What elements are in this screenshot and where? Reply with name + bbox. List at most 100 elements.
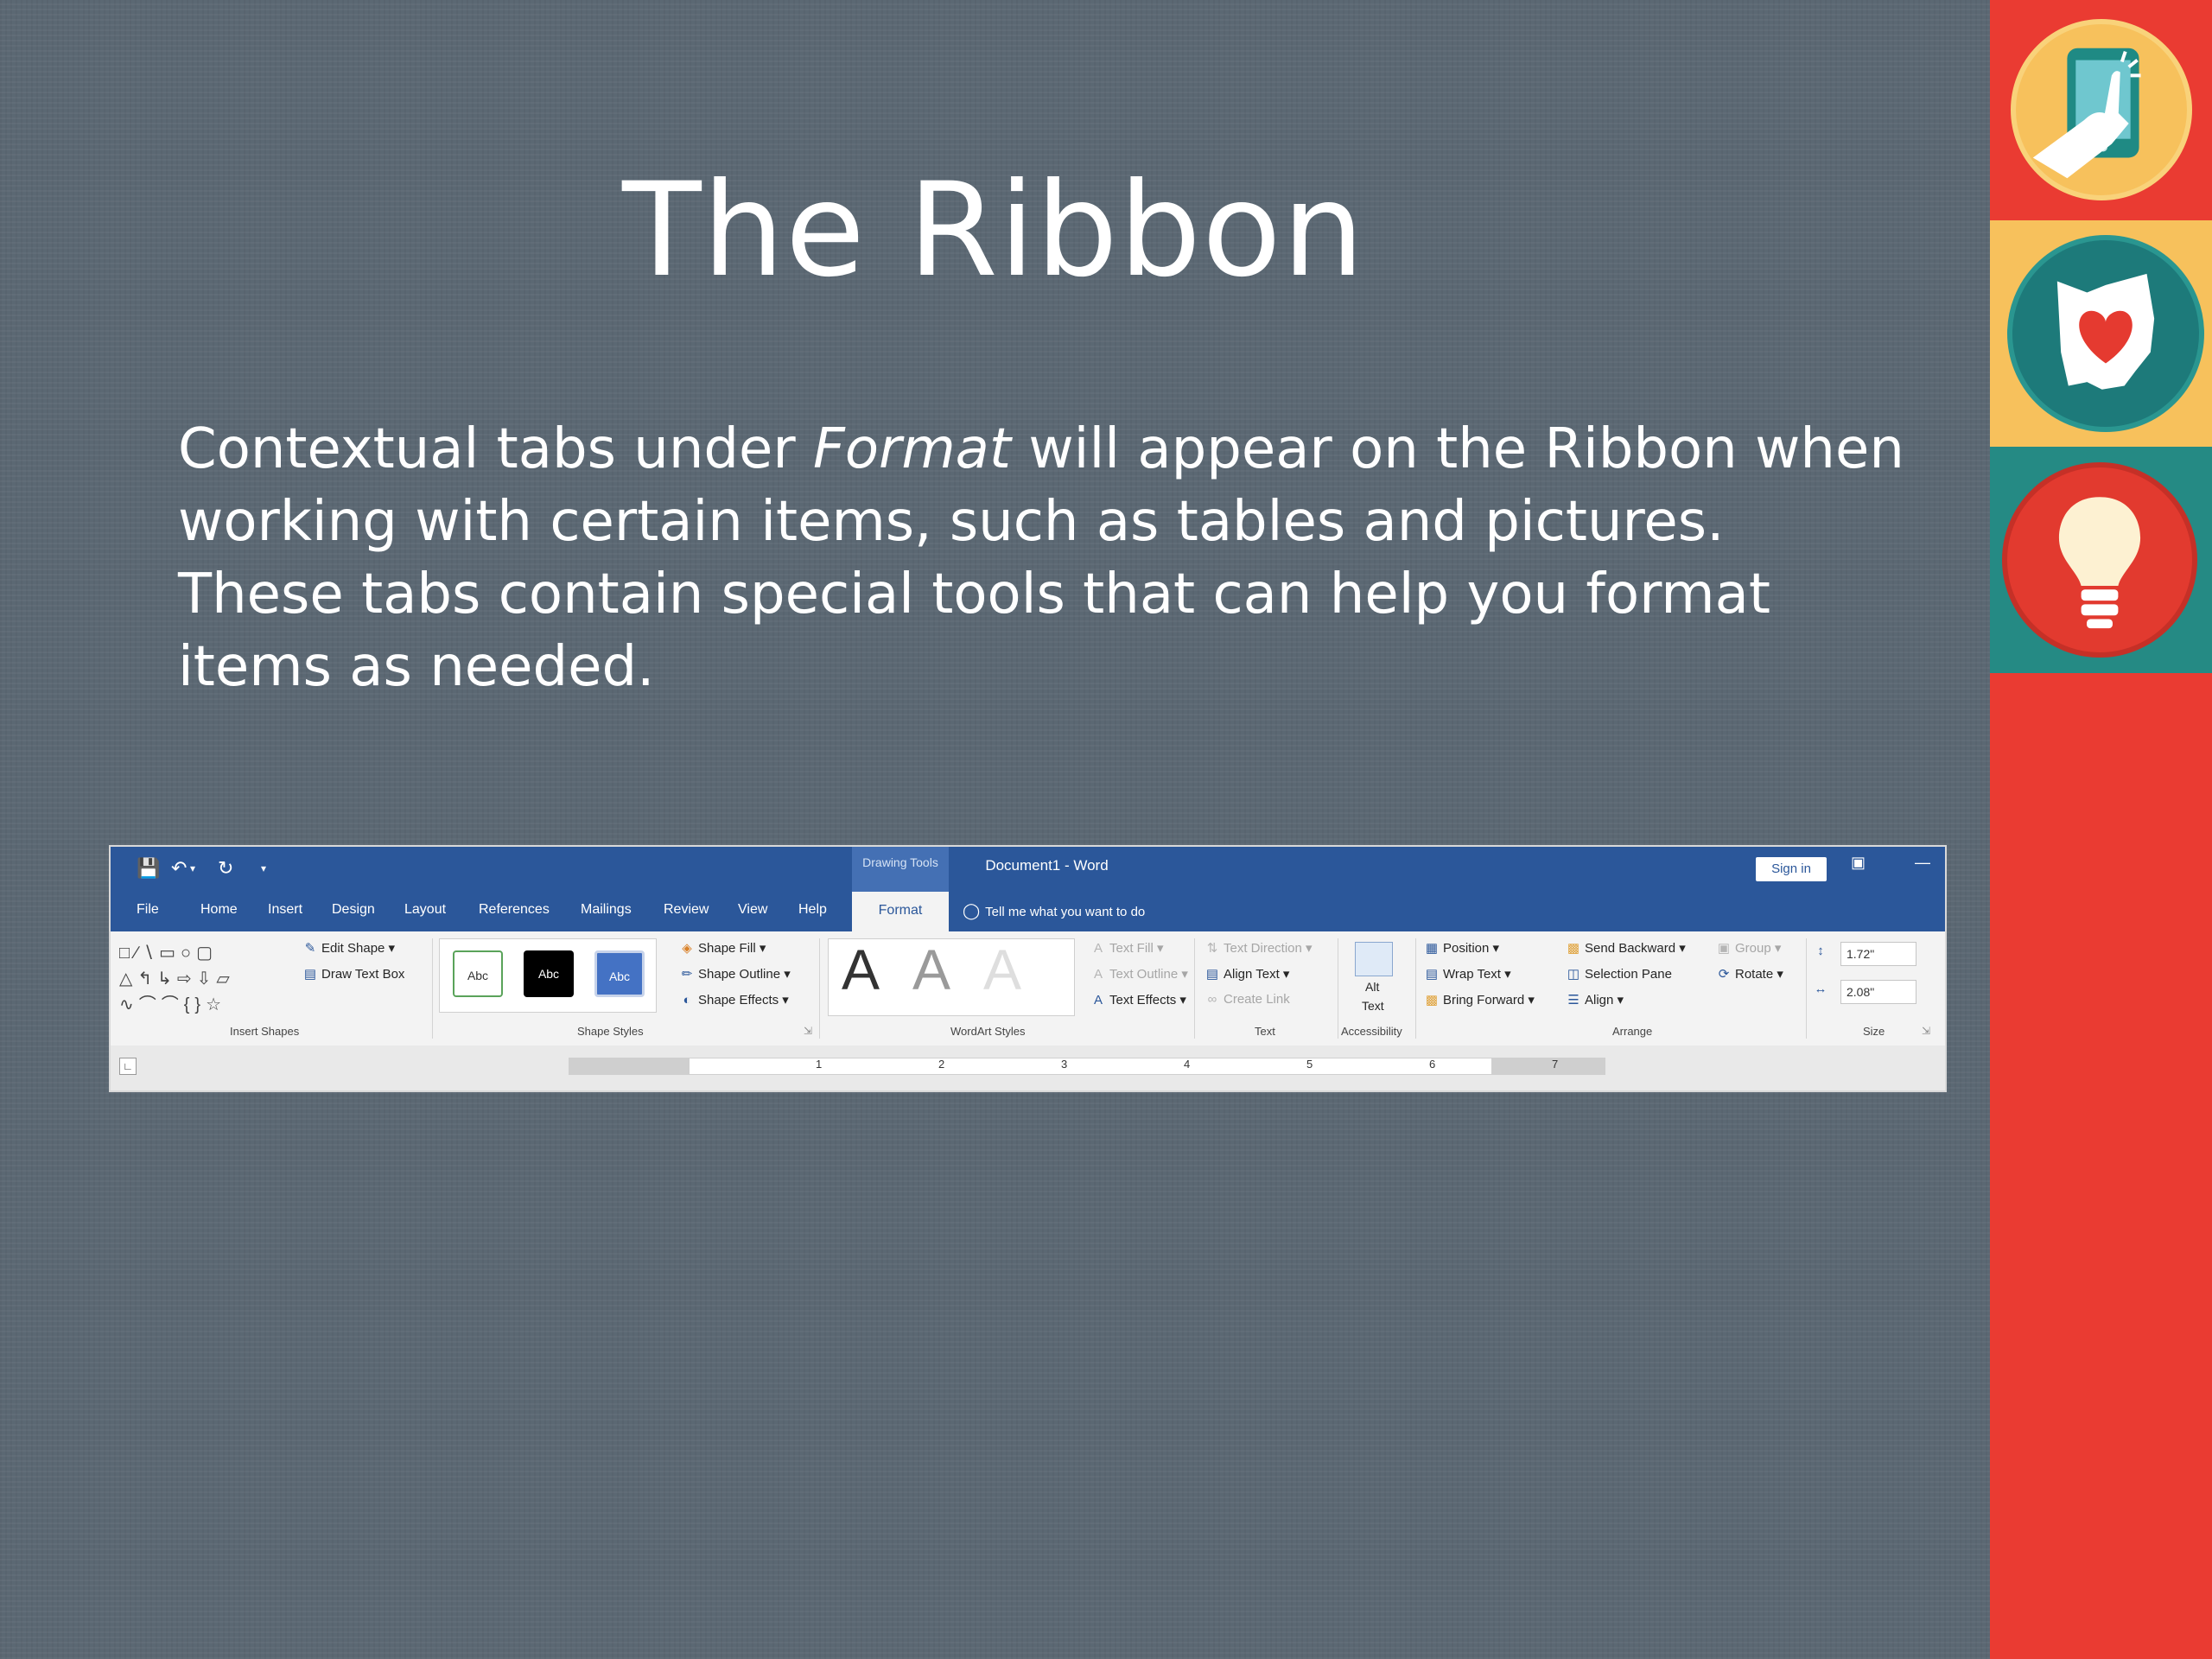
wordart-style-grey[interactable]: A: [912, 937, 950, 1002]
alt-text-label-line1[interactable]: Alt: [1365, 980, 1379, 994]
sign-in-button[interactable]: Sign in: [1756, 857, 1827, 881]
shape-height-input[interactable]: 1.72": [1840, 942, 1916, 966]
lightbulb-icon: [2002, 462, 2197, 658]
rotate-icon: ⟳: [1718, 967, 1730, 982]
tell-me-label: Tell me what you want to do: [985, 905, 1146, 919]
text-direction-icon: ⇅: [1206, 941, 1218, 956]
tab-selector-icon[interactable]: ∟: [119, 1058, 137, 1075]
send-backward-label: Send Backward: [1585, 941, 1676, 956]
shape-effects-button[interactable]: ◐ Shape Effects ▾: [679, 992, 788, 1007]
shape-effects-icon: ◐: [683, 993, 691, 1007]
edit-shape-label: Edit Shape: [321, 941, 385, 956]
word-ribbon-screenshot: 💾 ↶ ▾ ↻ ▾ Drawing Tools Document1 - Word…: [109, 845, 1947, 1092]
text-direction-button[interactable]: ⇅ Text Direction ▾: [1205, 940, 1313, 956]
pen-icon: ✏: [681, 967, 693, 982]
text-outline-button[interactable]: A Text Outline ▾: [1090, 966, 1188, 982]
wrap-text-button[interactable]: ▤ Wrap Text ▾: [1424, 966, 1511, 982]
edit-shape-button[interactable]: ✎ Edit Shape ▾: [302, 940, 395, 956]
decorative-side-band: [1990, 0, 2212, 1659]
selection-pane-label: Selection Pane: [1585, 967, 1672, 982]
tab-references[interactable]: References: [479, 902, 550, 918]
size-dialog-launcher-icon[interactable]: ⇲: [1922, 1025, 1930, 1037]
tab-insert[interactable]: Insert: [268, 902, 302, 918]
align-text-icon: ▤: [1205, 967, 1219, 982]
text-fill-button[interactable]: A Text Fill ▾: [1090, 940, 1164, 956]
ruler-number: 6: [1429, 1058, 1436, 1071]
height-icon: ↕: [1817, 944, 1824, 958]
width-icon: ↔: [1814, 982, 1827, 996]
paint-bucket-icon: ◈: [682, 941, 692, 956]
accessibility-group-label: Accessibility: [1341, 1025, 1402, 1038]
ruler-number: 3: [1061, 1058, 1068, 1071]
tab-format[interactable]: Format: [852, 892, 949, 933]
bring-forward-icon: ▩: [1425, 993, 1439, 1007]
wrap-text-icon: ▤: [1425, 967, 1439, 982]
shape-styles-group-label: Shape Styles: [577, 1025, 644, 1038]
tab-layout[interactable]: Layout: [404, 902, 446, 918]
ribbon-display-options-icon[interactable]: ▣: [1851, 854, 1866, 872]
ruler-track[interactable]: [569, 1058, 1605, 1075]
align-icon: ☰: [1567, 993, 1580, 1007]
send-backward-button[interactable]: ▩ Send Backward ▾: [1566, 940, 1686, 956]
shape-style-swatch-black[interactable]: Abc: [524, 950, 574, 997]
send-backward-icon: ▩: [1567, 941, 1580, 956]
shape-width-icon: ↔: [1813, 982, 1832, 996]
align-button[interactable]: ☰ Align ▾: [1566, 992, 1624, 1007]
slide-title: The Ribbon: [622, 156, 1365, 306]
draw-text-box-label: Draw Text Box: [321, 967, 405, 982]
shape-width-input[interactable]: 2.08": [1840, 980, 1916, 1004]
group-button[interactable]: ▣ Group ▾: [1716, 940, 1782, 956]
rotate-button[interactable]: ⟳ Rotate ▾: [1716, 966, 1783, 982]
group-separator: [1415, 938, 1416, 1039]
tab-design[interactable]: Design: [332, 902, 375, 918]
shapes-gallery[interactable]: □∕∖▭○▢ △↰↳⇨⇩▱ ∿⌒⌒{}☆: [119, 940, 285, 1020]
rotate-label: Rotate: [1735, 967, 1774, 982]
dialog-launcher-icon[interactable]: ⇲: [804, 1025, 812, 1037]
text-effects-icon: A: [1093, 993, 1103, 1007]
tab-home[interactable]: Home: [200, 902, 238, 918]
ruler-number: 4: [1184, 1058, 1191, 1071]
alt-text-icon[interactable]: [1355, 942, 1393, 976]
body-text-part1: Contextual tabs under: [178, 417, 814, 481]
tablet-touch-icon: [2011, 19, 2192, 200]
shape-fill-button[interactable]: ◈ Shape Fill ▾: [679, 940, 766, 956]
text-fill-icon: A: [1093, 941, 1103, 956]
ribbon-body: □∕∖▭○▢ △↰↳⇨⇩▱ ∿⌒⌒{}☆ ✎ Edit Shape ▾ ▤ Draw T…: [111, 933, 1945, 1044]
text-fill-label: Text Fill: [1109, 941, 1154, 956]
text-direction-label: Text Direction: [1224, 941, 1302, 956]
tab-help[interactable]: Help: [798, 902, 827, 918]
position-label: Position: [1443, 941, 1490, 956]
shape-style-swatch-blue[interactable]: Abc: [594, 950, 645, 997]
ruler: ∟ 1 2 3 4 5 6 7: [111, 1046, 1945, 1090]
text-effects-button[interactable]: A Text Effects ▾: [1090, 992, 1186, 1007]
ruler-number: 7: [1552, 1058, 1559, 1071]
tab-file[interactable]: File: [137, 902, 159, 918]
draw-text-box-button[interactable]: ▤ Draw Text Box: [302, 966, 405, 982]
tell-me-lightbulb-icon: ◯: [963, 902, 981, 919]
selection-pane-button[interactable]: ◫ Selection Pane: [1566, 966, 1672, 982]
body-text-emphasis: Format: [813, 417, 1011, 481]
align-text-label: Align Text: [1224, 967, 1280, 982]
shape-outline-button[interactable]: ✏ Shape Outline ▾: [679, 966, 791, 982]
tab-mailings[interactable]: Mailings: [581, 902, 632, 918]
ruler-number: 2: [938, 1058, 945, 1071]
link-icon: ∞: [1207, 992, 1217, 1007]
create-link-button[interactable]: ∞ Create Link: [1205, 992, 1290, 1007]
shape-height-icon: ↕: [1813, 944, 1832, 958]
wordart-style-plain[interactable]: A: [842, 937, 880, 1002]
align-label: Align: [1585, 993, 1614, 1007]
shape-style-swatch-outline[interactable]: Abc: [453, 950, 503, 997]
shape-outline-label: Shape Outline: [698, 967, 781, 982]
tell-me-search[interactable]: ◯ Tell me what you want to do: [963, 902, 1145, 920]
shape-fill-label: Shape Fill: [698, 941, 756, 956]
align-text-button[interactable]: ▤ Align Text ▾: [1205, 966, 1290, 982]
alt-text-label-line2[interactable]: Text: [1362, 999, 1384, 1013]
tab-view[interactable]: View: [738, 902, 767, 918]
insert-shapes-group-label: Insert Shapes: [230, 1025, 300, 1038]
ruler-number: 5: [1306, 1058, 1313, 1071]
tab-review[interactable]: Review: [664, 902, 709, 918]
position-button[interactable]: ▦ Position ▾: [1424, 940, 1499, 956]
minimize-icon[interactable]: —: [1915, 854, 1930, 872]
wordart-style-light[interactable]: A: [983, 937, 1021, 1002]
bring-forward-button[interactable]: ▩ Bring Forward ▾: [1424, 992, 1535, 1007]
